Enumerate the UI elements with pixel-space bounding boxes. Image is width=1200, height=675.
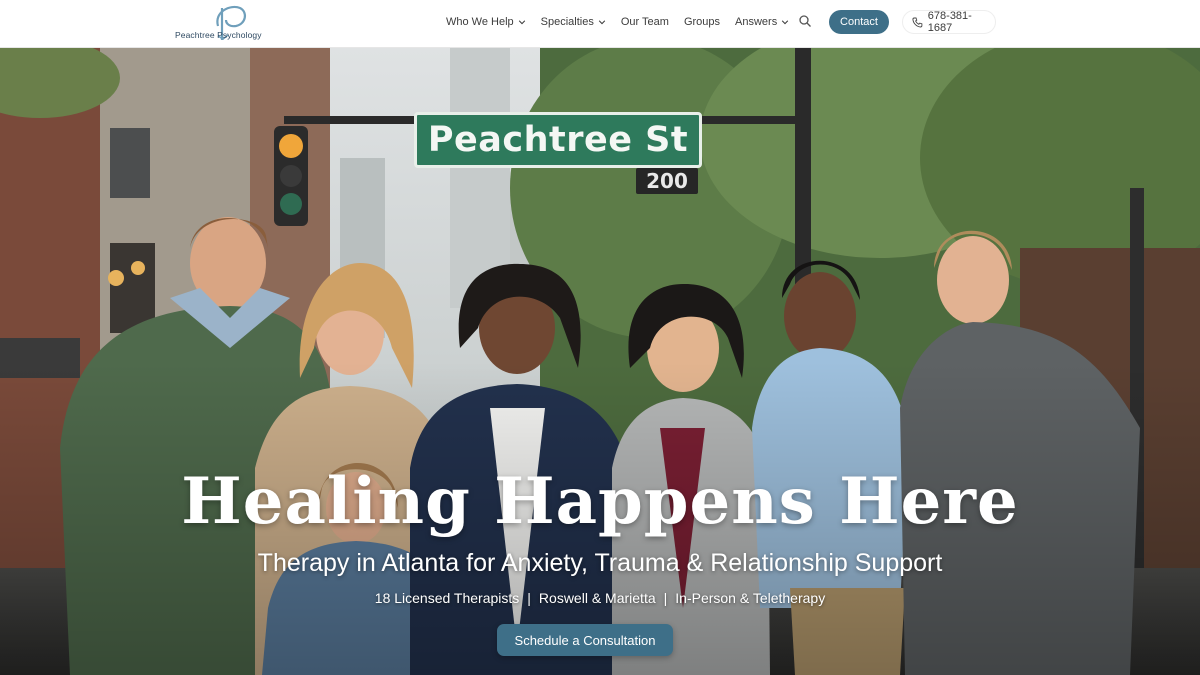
block-number-sign: 200: [636, 168, 698, 194]
hero-title: Healing Happens Here: [181, 464, 1019, 539]
nav-item-groups[interactable]: Groups: [684, 16, 720, 28]
contact-button[interactable]: Contact: [829, 10, 889, 34]
nav-item-specialties[interactable]: Specialties: [541, 16, 606, 28]
chevron-down-icon: [782, 20, 789, 25]
meta-therapists: 18 Licensed Therapists: [374, 590, 520, 606]
logo-text: Peachtree Psychology: [175, 30, 262, 40]
nav-item-label: Specialties: [540, 16, 594, 28]
meta-modes: In-Person & Teletherapy: [675, 590, 826, 606]
schedule-consultation-button[interactable]: Schedule a Consultation: [497, 624, 673, 656]
hero-section: Peachtree St 200 Healing Happens Here Th…: [0, 48, 1200, 675]
meta-locations: Roswell & Marietta: [538, 590, 656, 606]
nav-item-answers[interactable]: Answers: [735, 16, 789, 28]
search-icon[interactable]: [798, 14, 812, 28]
nav-item-label: Our Team: [620, 16, 669, 28]
nav-item-our-team[interactable]: Our Team: [621, 16, 669, 28]
street-sign: Peachtree St: [414, 112, 702, 168]
nav-item-label: Answers: [735, 16, 778, 28]
meta-separator: |: [663, 590, 668, 606]
hero-meta: 18 Licensed Therapists | Roswell & Mariett…: [0, 590, 1200, 606]
site-header: Peachtree Psychology Who We Help Special…: [0, 0, 1200, 48]
phone-link[interactable]: 678-381-1687: [902, 10, 996, 34]
nav-item-label: Groups: [683, 16, 721, 28]
meta-separator: |: [527, 590, 531, 606]
nav-item-who-we-help[interactable]: Who We Help: [446, 16, 526, 28]
main-nav: Who We Help Specialties Our Team Groups …: [446, 0, 804, 44]
chevron-down-icon: [598, 20, 606, 25]
nav-item-label: Who We Help: [446, 16, 514, 28]
chevron-down-icon: [518, 20, 525, 25]
phone-icon: [912, 17, 923, 27]
phone-number: 678-381-1687: [927, 10, 972, 34]
logo[interactable]: Peachtree Psychology: [172, 2, 264, 46]
hero-subtitle: Therapy in Atlanta for Anxiety, Trauma &…: [257, 549, 943, 577]
